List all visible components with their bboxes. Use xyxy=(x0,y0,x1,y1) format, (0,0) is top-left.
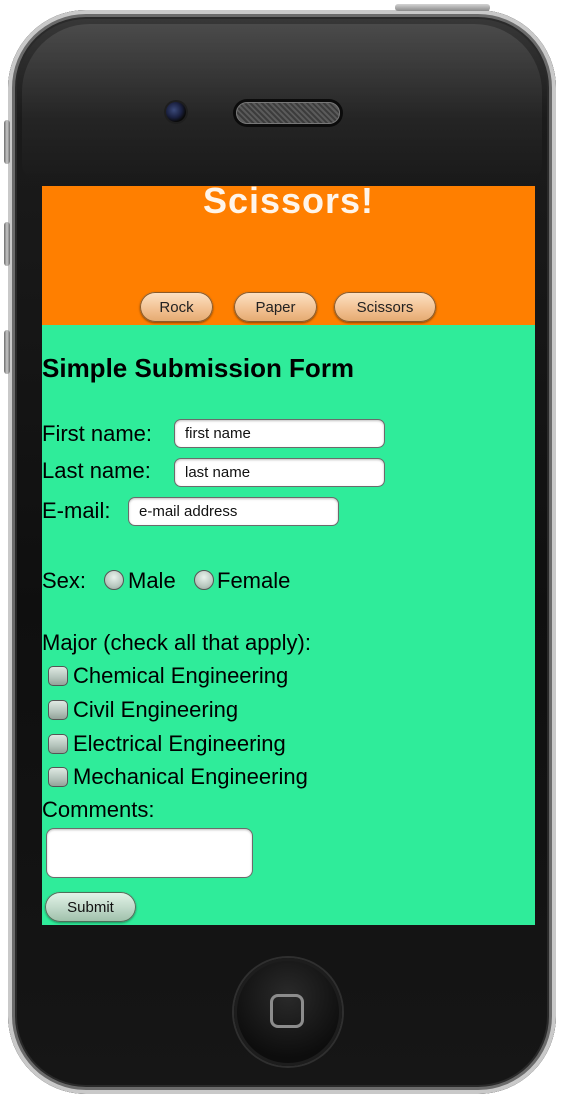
civil-engineering-label: Civil Engineering xyxy=(73,697,239,722)
page-title: Scissors! xyxy=(202,186,375,221)
scissors-button[interactable]: Scissors xyxy=(334,292,436,322)
email-field[interactable]: e-mail address xyxy=(128,497,339,526)
form-title: Simple Submission Form xyxy=(42,353,355,383)
civil-engineering-checkbox[interactable] xyxy=(48,700,68,720)
mechanical-engineering-checkbox[interactable] xyxy=(48,767,68,787)
paper-button[interactable]: Paper xyxy=(234,292,317,322)
female-radio[interactable] xyxy=(194,570,214,590)
comments-textarea[interactable] xyxy=(46,828,253,878)
first-name-label: First name: xyxy=(42,421,153,446)
email-label: E-mail: xyxy=(42,498,111,523)
volume-down-button xyxy=(4,330,10,374)
volume-up-button xyxy=(4,222,10,266)
home-button[interactable] xyxy=(234,958,342,1066)
screen: Scissors! Rock Paper Scissors Simple Sub… xyxy=(42,186,535,925)
last-name-field[interactable]: last name xyxy=(174,458,385,487)
major-label: Major (check all that apply): xyxy=(42,630,311,655)
last-name-label: Last name: xyxy=(42,458,151,483)
mechanical-engineering-label: Mechanical Engineering xyxy=(73,764,308,789)
chemical-engineering-checkbox[interactable] xyxy=(48,666,68,686)
comments-label: Comments: xyxy=(42,797,155,822)
power-button xyxy=(395,4,490,11)
male-label: Male xyxy=(128,568,176,593)
mute-switch xyxy=(4,120,10,164)
rock-button[interactable]: Rock xyxy=(140,292,213,322)
camera-icon xyxy=(166,102,186,122)
header-banner: Scissors! Rock Paper Scissors xyxy=(42,186,535,325)
electrical-engineering-checkbox[interactable] xyxy=(48,734,68,754)
electrical-engineering-label: Electrical Engineering xyxy=(73,731,286,756)
submit-button[interactable]: Submit xyxy=(45,892,136,922)
sex-label: Sex: xyxy=(42,568,87,593)
first-name-field[interactable]: first name xyxy=(174,419,385,448)
speaker-grille xyxy=(236,102,340,124)
chemical-engineering-label: Chemical Engineering xyxy=(73,663,289,688)
male-radio[interactable] xyxy=(104,570,124,590)
home-square-icon xyxy=(270,994,304,1028)
female-label: Female xyxy=(217,568,291,593)
